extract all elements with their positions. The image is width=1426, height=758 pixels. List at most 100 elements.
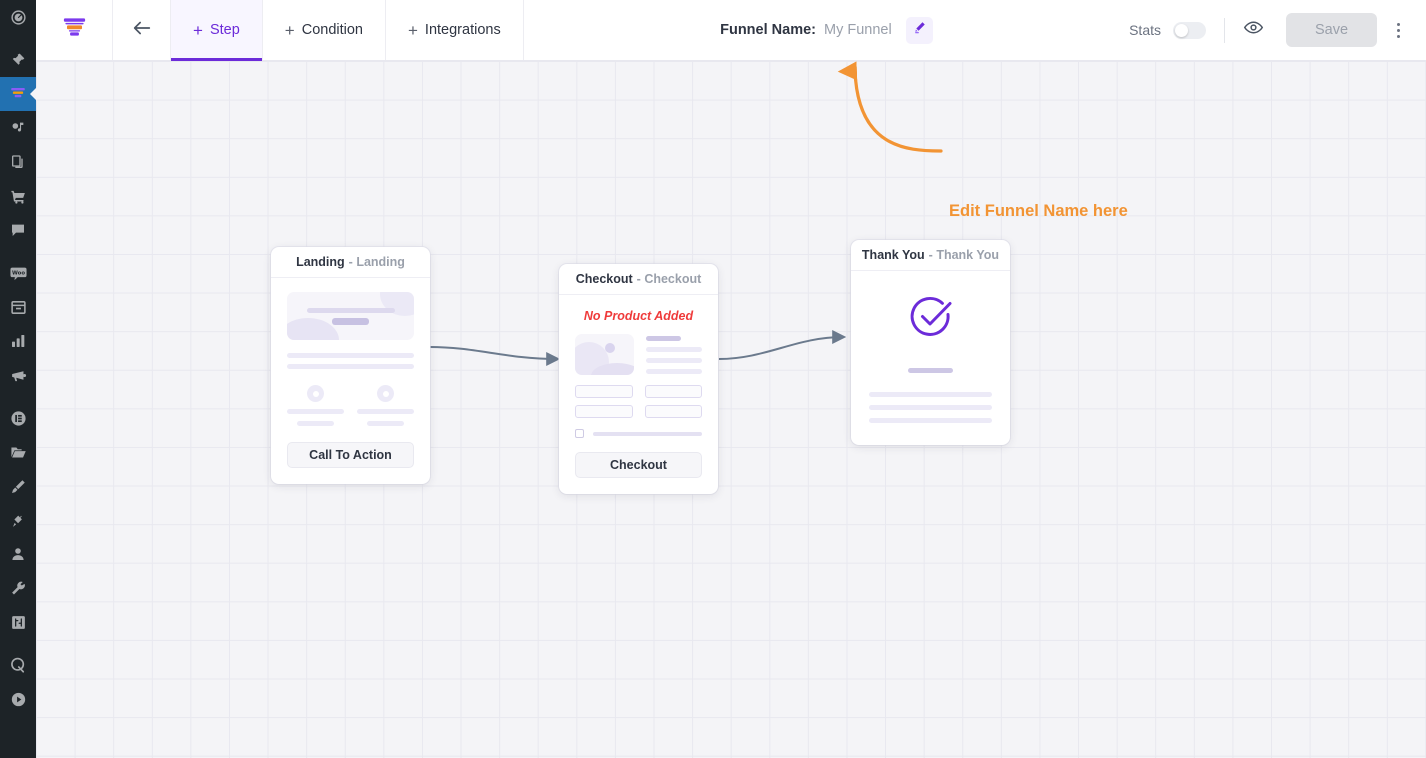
sidebar-item-quform[interactable]: [0, 648, 36, 682]
cart-icon: [10, 188, 27, 205]
tab-step[interactable]: + Step: [171, 0, 263, 61]
funnel-builder-app: Woo + Step + Condition + Integrations Fu…: [0, 0, 1426, 758]
node-checkout-cta-button[interactable]: Checkout: [575, 452, 702, 478]
comment-icon: [10, 222, 26, 238]
more-options-button[interactable]: [1381, 13, 1415, 47]
node-thankyou-title: Thank You: [861, 248, 925, 262]
sidebar-item-settings[interactable]: [0, 605, 36, 639]
annotation-arrow-icon: [837, 61, 943, 153]
edit-funnel-name-button[interactable]: [905, 16, 933, 44]
pin-icon: [10, 52, 26, 68]
skeleton-form-row: [575, 385, 702, 398]
node-landing-title: Landing: [296, 255, 345, 269]
skeleton-input: [575, 385, 633, 398]
sidebar-divider: [0, 392, 36, 401]
skeleton-paragraph: [287, 353, 414, 369]
save-button[interactable]: Save: [1286, 13, 1377, 47]
megaphone-icon: [10, 367, 27, 384]
skeleton-form-row: [575, 405, 702, 418]
stats-toggle-knob: [1175, 23, 1188, 37]
funnel-icon: [9, 85, 27, 103]
sidebar-item-funnel[interactable]: [0, 77, 36, 111]
eye-icon: [1243, 17, 1264, 43]
sidebar-divider: [0, 34, 36, 43]
pages-icon: [10, 154, 26, 170]
skeleton-badge-icon: [307, 385, 324, 402]
svg-text:Woo: Woo: [11, 270, 24, 276]
node-landing[interactable]: Landing - Landing Call To Action: [271, 247, 430, 484]
node-checkout-header: Checkout - Checkout: [559, 264, 718, 295]
node-thankyou[interactable]: Thank You - Thank You: [851, 240, 1010, 445]
pencil-icon: [912, 20, 927, 40]
tab-step-label: Step: [209, 22, 240, 38]
sidebar-item-archive[interactable]: [0, 290, 36, 324]
node-checkout-title: Checkout: [575, 272, 633, 286]
sidebar-item-media-player[interactable]: [0, 682, 36, 716]
skeleton-input: [575, 405, 633, 418]
main-area: + Step + Condition + Integrations Funnel…: [36, 0, 1426, 758]
tab-integrations-label: Integrations: [424, 22, 501, 38]
wp-admin-sidebar: Woo: [0, 0, 36, 758]
node-thankyou-subtitle: - Thank You: [928, 248, 1000, 262]
toolbar-divider: [1224, 17, 1225, 43]
node-landing-body: Call To Action: [271, 278, 430, 484]
plus-icon: +: [193, 20, 203, 40]
skeleton-paragraph: [869, 392, 992, 423]
node-checkout[interactable]: Checkout - Checkout No Product Added Che…: [559, 264, 718, 494]
sidebar-item-media[interactable]: [0, 111, 36, 145]
toolbar-right-group: Stats Save: [1129, 0, 1426, 60]
funnel-name-group: Funnel Name: My Funnel: [524, 0, 1129, 60]
sidebar-item-tools[interactable]: [0, 571, 36, 605]
funnel-name-value[interactable]: My Funnel: [824, 22, 892, 38]
skeleton-feature-row: [287, 385, 414, 426]
node-checkout-subtitle: - Checkout: [636, 272, 702, 286]
tab-condition[interactable]: + Condition: [263, 0, 386, 60]
sidebar-item-pin[interactable]: [0, 43, 36, 77]
funnel-logo-icon: [61, 14, 88, 46]
sidebar-item-woocommerce[interactable]: Woo: [0, 256, 36, 290]
tab-integrations[interactable]: + Integrations: [386, 0, 524, 60]
kebab-menu-icon: [1396, 22, 1400, 26]
skeleton-checkbox-row: [575, 429, 702, 438]
skeleton-badge-icon: [377, 385, 394, 402]
funnel-canvas[interactable]: Edit Funnel Name here Landing - Landing: [36, 61, 1426, 758]
speedometer-icon: [10, 9, 27, 26]
sidebar-item-pages[interactable]: [0, 145, 36, 179]
sidebar-divider: [0, 247, 36, 256]
sidebar-item-users[interactable]: [0, 537, 36, 571]
sidebar-item-cart[interactable]: [0, 179, 36, 213]
node-landing-header: Landing - Landing: [271, 247, 430, 278]
sidebar-item-folders[interactable]: [0, 435, 36, 469]
skeleton-hero: [287, 292, 414, 340]
sidebar-item-appearance[interactable]: [0, 469, 36, 503]
canvas-connectors-layer: [429, 61, 943, 366]
app-logo[interactable]: [36, 0, 113, 60]
arrow-left-icon: [131, 17, 153, 44]
connector-landing-to-checkout: [429, 346, 561, 366]
user-icon: [10, 546, 26, 562]
node-checkout-body: No Product Added Checkout: [559, 295, 718, 494]
check-circle-icon: [907, 293, 955, 346]
sliders-icon: [10, 614, 27, 631]
sidebar-divider: [0, 639, 36, 648]
sidebar-item-analytics[interactable]: [0, 324, 36, 358]
funnel-name-label: Funnel Name:: [720, 22, 816, 38]
skeleton-product-row: [575, 334, 702, 375]
media-icon: [10, 120, 26, 136]
back-button[interactable]: [113, 0, 171, 60]
node-thankyou-body: [851, 271, 1010, 445]
sidebar-item-dashboard[interactable]: [0, 0, 36, 34]
connector-checkout-to-thankyou: [718, 330, 847, 360]
tab-condition-label: Condition: [301, 22, 363, 38]
skeleton-product-image: [575, 334, 634, 375]
stats-label: Stats: [1129, 22, 1161, 38]
bar-chart-icon: [10, 333, 26, 349]
sidebar-item-comments[interactable]: [0, 213, 36, 247]
stats-toggle[interactable]: [1173, 21, 1206, 39]
node-landing-cta-button[interactable]: Call To Action: [287, 442, 414, 468]
sidebar-item-plugins[interactable]: [0, 503, 36, 537]
preview-button[interactable]: [1243, 17, 1264, 43]
sidebar-item-marketing[interactable]: [0, 358, 36, 392]
skeleton-input: [644, 385, 702, 398]
sidebar-item-elementor[interactable]: [0, 401, 36, 435]
